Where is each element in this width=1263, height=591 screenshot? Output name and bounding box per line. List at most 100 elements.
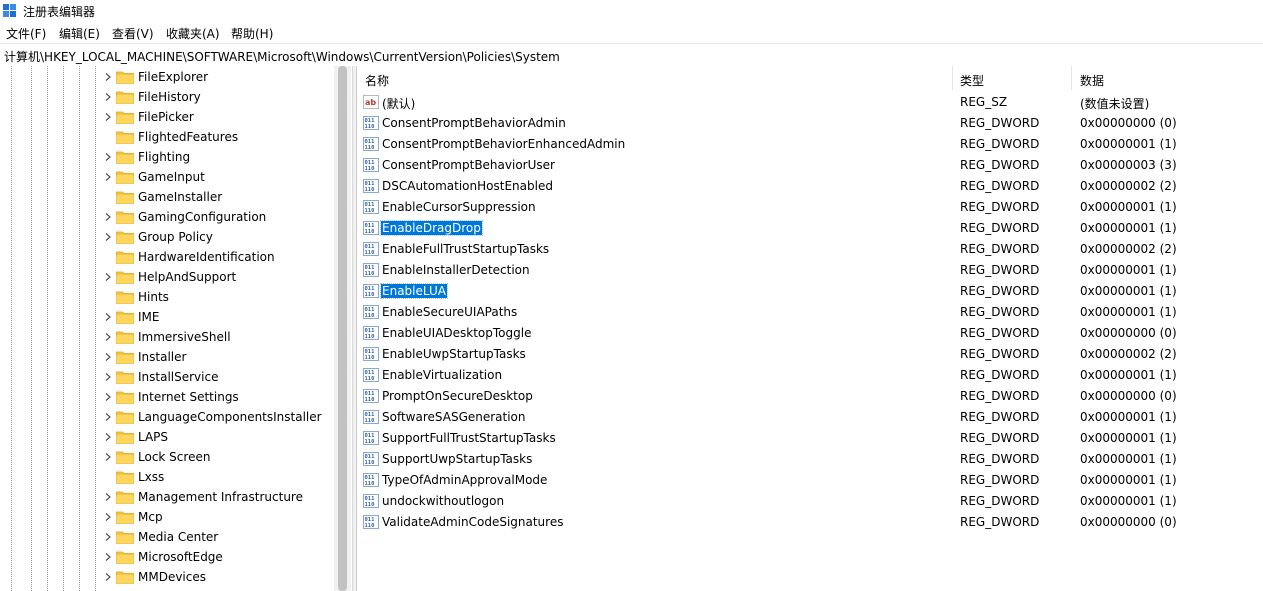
value-data: 0x00000003 (3) <box>1080 158 1177 172</box>
column-separator[interactable] <box>952 66 953 90</box>
value-row[interactable]: 011 110 SupportFullTrustStartupTasks REG_DW… <box>357 428 1263 449</box>
tree-item[interactable]: Mcp <box>0 507 332 527</box>
value-row[interactable]: 011 110 EnableDragDrop REG_DWORD 0x00000001 … <box>357 218 1263 239</box>
chevron-right-icon[interactable] <box>104 573 112 581</box>
tree-item[interactable]: FlightedFeatures <box>0 127 332 147</box>
chevron-right-icon[interactable] <box>104 513 112 521</box>
value-row[interactable]: 011 110 DSCAutomationHostEnabled REG_DWORD 0… <box>357 176 1263 197</box>
tree-item[interactable]: LanguageComponentsInstaller <box>0 407 332 427</box>
column-separator[interactable] <box>1071 66 1072 90</box>
tree-item[interactable]: Internet Settings <box>0 387 332 407</box>
menu-help[interactable]: 帮助(H) <box>231 25 273 42</box>
value-data: (数值未设置) <box>1080 97 1150 111</box>
tree-item[interactable]: GamingConfiguration <box>0 207 332 227</box>
value-type: REG_DWORD <box>960 200 1040 214</box>
chevron-right-icon[interactable] <box>104 173 112 181</box>
value-row[interactable]: 011 110 EnableSecureUIAPaths REG_DWORD 0x000… <box>357 302 1263 323</box>
value-row[interactable]: 011 110 ConsentPromptBehaviorAdmin REG_DWOR… <box>357 113 1263 134</box>
value-data: 0x00000001 (1) <box>1080 431 1177 445</box>
tree-scrollbar[interactable] <box>334 66 351 591</box>
tree-item[interactable]: Flighting <box>0 147 332 167</box>
value-row[interactable]: 011 110 EnableUwpStartupTasks REG_DWORD 0x00… <box>357 344 1263 365</box>
dword-value-icon: 011110 <box>363 242 379 256</box>
address-bar[interactable]: 计算机\HKEY_LOCAL_MACHINE\SOFTWARE\Microsof… <box>0 43 1263 67</box>
value-row[interactable]: 011 110 EnableVirtualization REG_DWORD 0x000… <box>357 365 1263 386</box>
tree-item[interactable]: GameInstaller <box>0 187 332 207</box>
tree-item[interactable]: InstallService <box>0 367 332 387</box>
value-row[interactable]: 011 110 TypeOfAdminApprovalMode REG_DWORD 0x… <box>357 470 1263 491</box>
chevron-right-icon[interactable] <box>104 353 112 361</box>
chevron-right-icon[interactable] <box>104 113 112 121</box>
tree-item[interactable]: Management Infrastructure <box>0 487 332 507</box>
chevron-right-icon[interactable] <box>104 233 112 241</box>
value-row[interactable]: 011 110 ConsentPromptBehaviorUser REG_DWORD… <box>357 155 1263 176</box>
value-row[interactable]: 011 110 EnableInstallerDetection REG_DWORD 0… <box>357 260 1263 281</box>
menu-view[interactable]: 查看(V) <box>112 25 154 42</box>
menu-file[interactable]: 文件(F) <box>6 25 46 42</box>
tree-item[interactable]: Group Policy <box>0 227 332 247</box>
tree-item[interactable]: Lock Screen <box>0 447 332 467</box>
value-row[interactable]: 011 110 SoftwareSASGeneration REG_DWORD 0x00… <box>357 407 1263 428</box>
value-row[interactable]: 011 110 PromptOnSecureDesktop REG_DWORD 0x00… <box>357 386 1263 407</box>
tree-item[interactable]: Installer <box>0 347 332 367</box>
chevron-right-icon[interactable] <box>104 373 112 381</box>
chevron-right-icon[interactable] <box>104 413 112 421</box>
tree-item[interactable]: FileHistory <box>0 87 332 107</box>
tree-item[interactable]: HardwareIdentification <box>0 247 332 267</box>
chevron-right-icon[interactable] <box>104 213 112 221</box>
value-row[interactable]: 011 110 EnableCursorSuppression REG_DWORD 0x… <box>357 197 1263 218</box>
chevron-right-icon[interactable] <box>104 93 112 101</box>
value-data: 0x00000000 (0) <box>1080 515 1177 529</box>
tree-item[interactable]: MMDevices <box>0 567 332 587</box>
column-type-header[interactable]: 类型 <box>960 72 984 89</box>
chevron-right-icon[interactable] <box>104 333 112 341</box>
value-row[interactable]: ab (默认) REG_SZ (数值未设置) <box>357 92 1263 113</box>
chevron-right-icon[interactable] <box>104 533 112 541</box>
chevron-right-icon[interactable] <box>104 433 112 441</box>
window-title: 注册表编辑器 <box>23 5 96 19</box>
column-data-header[interactable]: 数据 <box>1080 72 1104 89</box>
chevron-right-icon[interactable] <box>104 153 112 161</box>
chevron-right-icon[interactable] <box>104 493 112 501</box>
svg-text:110: 110 <box>365 313 375 319</box>
value-row[interactable]: 011 110 undockwithoutlogon REG_DWORD 0x00000… <box>357 491 1263 512</box>
value-row[interactable]: 011 110 EnableLUA REG_DWORD 0x00000001 (1) <box>357 281 1263 302</box>
tree-item[interactable]: FilePicker <box>0 107 332 127</box>
tree-item[interactable]: ImmersiveShell <box>0 327 332 347</box>
chevron-right-icon[interactable] <box>104 453 112 461</box>
value-row[interactable]: 011 110 ValidateAdminCodeSignatures REG_DWO… <box>357 512 1263 533</box>
tree-item[interactable]: HelpAndSupport <box>0 267 332 287</box>
chevron-right-icon[interactable] <box>104 273 112 281</box>
value-name: EnableLUA <box>380 283 448 299</box>
tree-item-label: Management Infrastructure <box>138 490 303 504</box>
chevron-right-icon[interactable] <box>104 313 112 321</box>
values-list[interactable]: 名称 类型 数据 ab (默认) REG_SZ (数值未设置) 011 110 Consen… <box>356 66 1263 591</box>
chevron-right-icon[interactable] <box>104 73 112 81</box>
value-row[interactable]: 011 110 EnableUIADesktopToggle REG_DWORD 0x0… <box>357 323 1263 344</box>
tree-item-label: FilePicker <box>138 110 194 124</box>
tree-item[interactable]: Media Center <box>0 527 332 547</box>
folder-icon <box>116 331 134 344</box>
chevron-right-icon[interactable] <box>104 553 112 561</box>
menu-edit[interactable]: 编辑(E) <box>59 25 100 42</box>
value-row[interactable]: 011 110 ConsentPromptBehaviorEnhancedAdmin… <box>357 134 1263 155</box>
tree-item[interactable]: FileExplorer <box>0 67 332 87</box>
tree-item[interactable]: Hints <box>0 287 332 307</box>
folder-icon <box>116 151 134 164</box>
tree-item[interactable]: GameInput <box>0 167 332 187</box>
column-name-header[interactable]: 名称 <box>365 72 389 89</box>
menu-favorites[interactable]: 收藏夹(A) <box>166 25 220 42</box>
tree-item-label: ImmersiveShell <box>138 330 231 344</box>
key-tree[interactable]: FileExplorer FileHistory FilePicker Flighte… <box>0 66 353 591</box>
value-row[interactable]: 011 110 SupportUwpStartupTasks REG_DWORD 0x0… <box>357 449 1263 470</box>
tree-item[interactable]: MicrosoftEdge <box>0 547 332 567</box>
tree-item[interactable]: Lxss <box>0 467 332 487</box>
chevron-right-icon[interactable] <box>104 393 112 401</box>
value-row[interactable]: 011 110 EnableFullTrustStartupTasks REG_DWO… <box>357 239 1263 260</box>
tree-scrollbar-thumb[interactable] <box>338 66 347 591</box>
address-path[interactable]: 计算机\HKEY_LOCAL_MACHINE\SOFTWARE\Microsof… <box>4 48 560 65</box>
dword-value-icon: 011110 <box>363 410 379 424</box>
tree-item[interactable]: LAPS <box>0 427 332 447</box>
tree-item[interactable]: IME <box>0 307 332 327</box>
svg-text:110: 110 <box>365 397 375 403</box>
